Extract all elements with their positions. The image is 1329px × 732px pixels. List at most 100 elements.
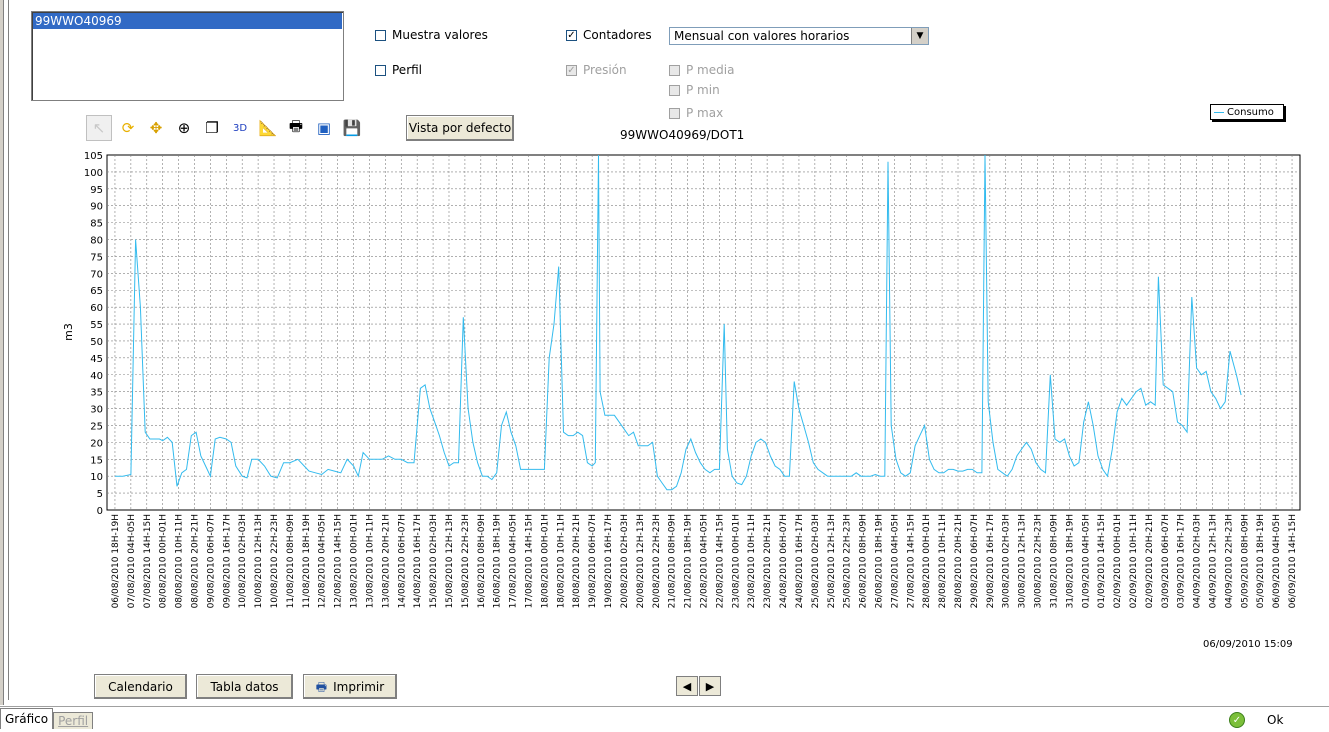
y-tick-label: 40 xyxy=(90,371,103,382)
y-tick-label: 5 xyxy=(97,489,103,500)
x-tick-label: 05/09/2010 08H-09H xyxy=(1240,514,1250,608)
x-tick-label: 25/08/2010 22H-23H xyxy=(843,514,853,608)
x-tick-label: 07/08/2010 04H-05H xyxy=(127,514,137,608)
x-tick-label: 11/08/2010 18H-19H xyxy=(302,514,312,608)
y-tick-label: 45 xyxy=(90,354,103,365)
y-tick-label: 0 xyxy=(97,506,103,517)
x-tick-label: 27/08/2010 04H-05H xyxy=(890,514,900,608)
calendario-button[interactable]: Calendario xyxy=(94,674,187,699)
status-ok: ✓ Ok xyxy=(1229,712,1283,728)
y-tick-label: 100 xyxy=(84,168,103,179)
x-tick-label: 12/08/2010 14H-15H xyxy=(334,514,344,608)
y-tick-label: 75 xyxy=(90,252,103,263)
x-tick-label: 18/08/2010 20H-21H xyxy=(572,514,582,608)
x-tick-label: 23/08/2010 20H-21H xyxy=(763,514,773,608)
x-tick-label: 22/08/2010 04H-05H xyxy=(700,514,710,608)
y-tick-label: 20 xyxy=(90,438,103,449)
tab-perfil[interactable]: Perfil xyxy=(53,712,94,729)
y-tick-label: 95 xyxy=(90,185,103,196)
y-tick-label: 105 xyxy=(84,151,103,162)
status-divider xyxy=(0,706,1329,707)
x-tick-label: 06/08/2010 18H-19H xyxy=(111,514,121,608)
ok-label: Ok xyxy=(1267,713,1284,727)
x-tick-label: 10/08/2010 22H-23H xyxy=(270,514,280,608)
nav-arrows: ◀ ▶ xyxy=(676,676,721,696)
x-tick-label: 31/08/2010 08H-09H xyxy=(1049,514,1059,608)
y-tick-label: 70 xyxy=(90,269,103,280)
x-tick-label: 01/09/2010 04H-05H xyxy=(1081,514,1091,608)
tab-grafico[interactable]: Gráfico xyxy=(0,708,54,729)
x-tick-label: 04/09/2010 22H-23H xyxy=(1224,514,1234,608)
x-tick-label: 18/08/2010 10H-11H xyxy=(556,514,566,608)
x-tick-label: 30/08/2010 02H-03H xyxy=(1002,514,1012,608)
x-tick-label: 03/09/2010 06H-07H xyxy=(1161,514,1171,608)
x-tick-label: 23/08/2010 10H-11H xyxy=(747,514,757,608)
x-tick-label: 21/08/2010 18H-19H xyxy=(684,514,694,608)
y-tick-label: 30 xyxy=(90,405,103,416)
y-tick-label: 60 xyxy=(90,303,103,314)
x-tick-label: 05/09/2010 18H-19H xyxy=(1256,514,1266,608)
x-tick-label: 17/08/2010 14H-15H xyxy=(525,514,535,608)
imprimir-label: Imprimir xyxy=(333,679,385,694)
x-tick-label: 02/09/2010 20H-21H xyxy=(1145,514,1155,608)
next-arrow-icon[interactable]: ▶ xyxy=(699,676,721,696)
y-axis-label: m3 xyxy=(62,323,75,341)
x-tick-label: 09/08/2010 16H-17H xyxy=(222,514,232,608)
consumption-chart: 0 5 10 15 20 25 30 35 40 45 50 55 60 65 70 75 80 85 90 95 10… xyxy=(62,151,1301,608)
x-axis-ticks: 06/08/2010 18H-19H 07/08/2010 04H-05H 07/0… xyxy=(111,514,1298,608)
y-tick-label: 10 xyxy=(90,472,103,483)
x-tick-label: 10/08/2010 02H-03H xyxy=(238,514,248,608)
x-tick-label: 14/08/2010 06H-07H xyxy=(397,514,407,608)
x-tick-label: 03/09/2010 16H-17H xyxy=(1177,514,1187,608)
x-tick-label: 25/08/2010 12H-13H xyxy=(827,514,837,608)
chart-timestamp: 06/09/2010 15:09 xyxy=(1203,639,1293,650)
x-tick-label: 31/08/2010 18H-19H xyxy=(1065,514,1075,608)
x-tick-label: 15/08/2010 22H-23H xyxy=(461,514,471,608)
x-tick-label: 10/08/2010 12H-13H xyxy=(254,514,264,608)
x-tick-label: 08/08/2010 00H-01H xyxy=(159,514,169,608)
x-tick-label: 26/08/2010 08H-09H xyxy=(859,514,869,608)
x-tick-label: 17/08/2010 04H-05H xyxy=(509,514,519,608)
chart-grid xyxy=(106,154,1301,511)
x-tick-label: 18/08/2010 00H-01H xyxy=(540,514,550,608)
y-tick-label: 65 xyxy=(90,286,103,297)
x-tick-label: 28/08/2010 20H-21H xyxy=(954,514,964,608)
x-tick-label: 19/08/2010 16H-17H xyxy=(604,514,614,608)
printer-icon: 🖶 xyxy=(315,679,328,694)
x-tick-label: 19/08/2010 06H-07H xyxy=(588,514,598,608)
x-tick-label: 04/09/2010 12H-13H xyxy=(1209,514,1219,608)
x-tick-label: 02/09/2010 10H-11H xyxy=(1129,514,1139,608)
x-tick-label: 08/08/2010 20H-21H xyxy=(190,514,200,608)
x-tick-label: 08/08/2010 10H-11H xyxy=(175,514,185,608)
x-tick-label: 24/08/2010 16H-17H xyxy=(795,514,805,608)
x-tick-label: 12/08/2010 04H-05H xyxy=(318,514,328,608)
x-tick-label: 16/08/2010 08H-09H xyxy=(477,514,487,608)
x-tick-label: 07/08/2010 14H-15H xyxy=(143,514,153,608)
y-tick-label: 85 xyxy=(90,219,103,230)
x-tick-label: 30/08/2010 22H-23H xyxy=(1034,514,1044,608)
x-tick-label: 23/08/2010 00H-01H xyxy=(731,514,741,608)
x-tick-label: 04/09/2010 02H-03H xyxy=(1193,514,1203,608)
x-tick-label: 13/08/2010 10H-11H xyxy=(365,514,375,608)
x-tick-label: 13/08/2010 00H-01H xyxy=(350,514,360,608)
x-tick-label: 02/09/2010 00H-01H xyxy=(1113,514,1123,608)
tabla-datos-button[interactable]: Tabla datos xyxy=(196,674,293,699)
x-tick-label: 20/08/2010 02H-03H xyxy=(620,514,630,608)
imprimir-button[interactable]: 🖶 Imprimir xyxy=(303,674,397,699)
check-circle-icon: ✓ xyxy=(1229,712,1245,728)
y-axis-ticks: 0 5 10 15 20 25 30 35 40 45 50 55 60 65 70 75 80 85 90 95 10… xyxy=(84,151,103,517)
x-tick-label: 15/08/2010 02H-03H xyxy=(429,514,439,608)
x-tick-label: 16/08/2010 18H-19H xyxy=(493,514,503,608)
x-tick-label: 20/08/2010 12H-13H xyxy=(636,514,646,608)
x-tick-label: 14/08/2010 16H-17H xyxy=(413,514,423,608)
y-tick-label: 35 xyxy=(90,388,103,399)
x-tick-label: 01/09/2010 14H-15H xyxy=(1097,514,1107,608)
x-tick-label: 25/08/2010 02H-03H xyxy=(811,514,821,608)
x-tick-label: 30/08/2010 12H-13H xyxy=(1018,514,1028,608)
x-tick-label: 06/09/2010 04H-05H xyxy=(1272,514,1282,608)
x-tick-label: 22/08/2010 14H-15H xyxy=(715,514,725,608)
x-tick-label: 27/08/2010 14H-15H xyxy=(906,514,916,608)
x-tick-label: 13/08/2010 20H-21H xyxy=(381,514,391,608)
bottom-tabs: Gráfico Perfil xyxy=(0,708,94,729)
prev-arrow-icon[interactable]: ◀ xyxy=(676,676,698,696)
